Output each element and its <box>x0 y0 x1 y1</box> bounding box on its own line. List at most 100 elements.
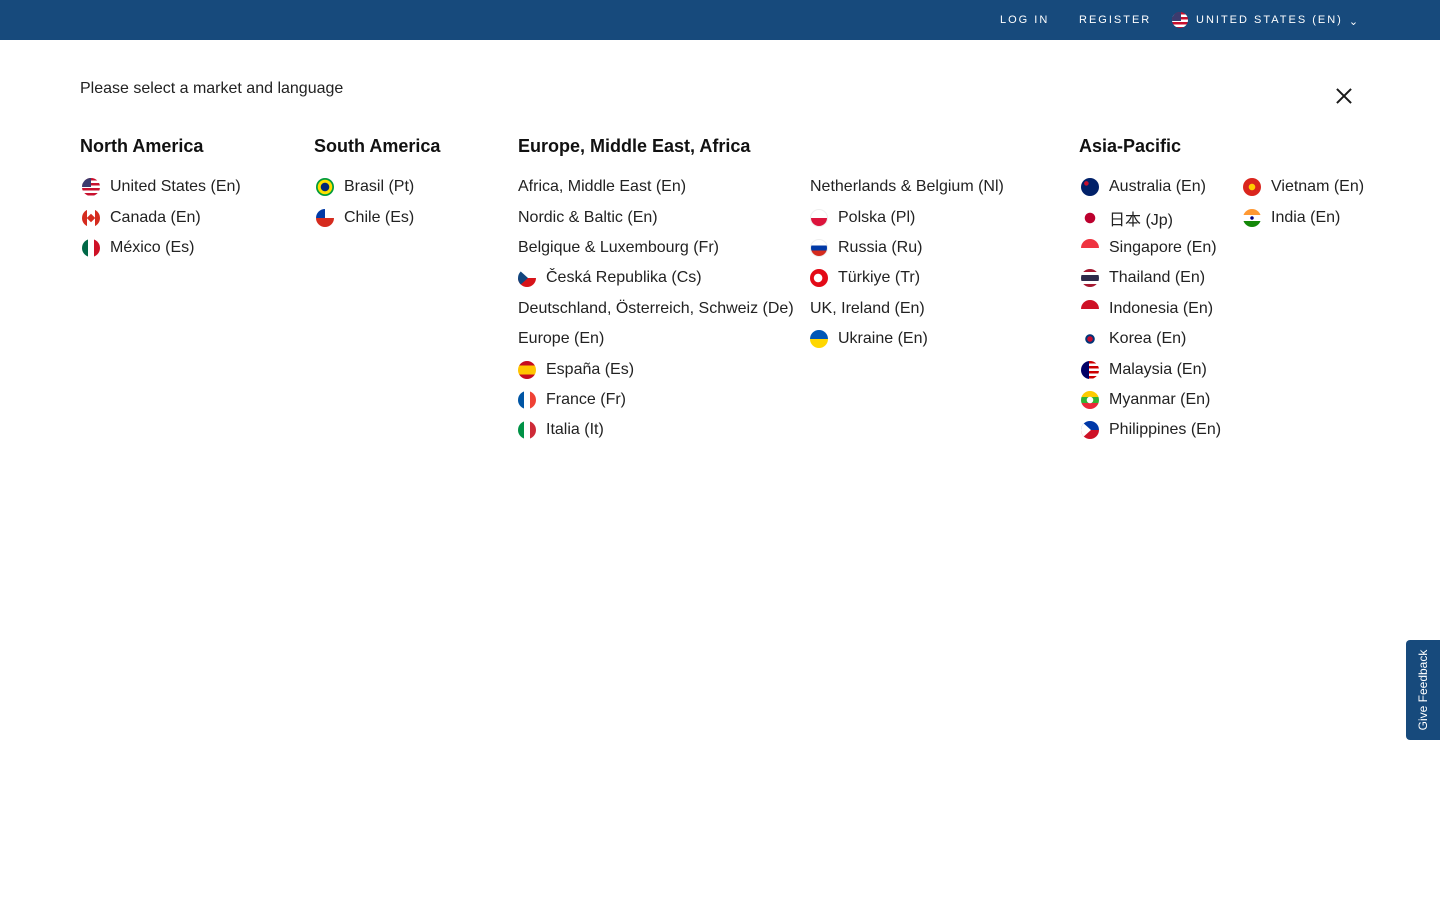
it-flag-icon <box>518 421 536 440</box>
cz-flag-icon <box>518 269 536 288</box>
ru-flag-icon <box>810 238 828 257</box>
market-option[interactable]: Myanmar (En) <box>1081 385 1221 415</box>
market-option[interactable]: Philippines (En) <box>1081 415 1221 445</box>
au-flag-icon <box>1081 178 1099 197</box>
sg-flag-icon <box>1081 238 1099 257</box>
market-option-label: Chile (Es) <box>344 208 415 226</box>
market-option-label: India (En) <box>1271 208 1341 226</box>
mx-flag-icon <box>82 238 100 257</box>
market-option-label: Belgique & Luxembourg (Fr) <box>518 238 719 256</box>
market-option[interactable]: UK, Ireland (En) <box>810 294 1004 324</box>
market-option-label: Korea (En) <box>1109 330 1187 348</box>
market-option[interactable]: Brasil (Pt) <box>316 172 414 202</box>
login-link[interactable]: LOG IN <box>1000 0 1049 40</box>
market-option-label: Australia (En) <box>1109 178 1206 196</box>
apac-list-1: Australia (En) 日本 (Jp) Singapore (En) Thail… <box>1081 172 1221 446</box>
market-option[interactable]: Singapore (En) <box>1081 233 1221 263</box>
mm-flag-icon <box>1081 390 1099 409</box>
north-america-list: United States (En) Canada (En) México (Es) <box>82 172 241 263</box>
market-option[interactable]: Europe (En) <box>518 324 794 354</box>
market-option-label: Thailand (En) <box>1109 269 1206 287</box>
market-option[interactable]: Thailand (En) <box>1081 263 1221 293</box>
market-option-label: Singapore (En) <box>1109 238 1217 256</box>
market-selector-label: UNITED STATES (EN) <box>1196 14 1343 26</box>
market-option[interactable]: Canada (En) <box>82 202 241 232</box>
region-title-north-america: North America <box>80 136 204 156</box>
market-option[interactable]: Chile (Es) <box>316 202 414 232</box>
emea-list-1: Africa, Middle East (En) Nordic & Baltic … <box>518 172 794 446</box>
market-option[interactable]: United States (En) <box>82 172 241 202</box>
chevron-down-icon: ⌄ <box>1348 15 1359 28</box>
my-flag-icon <box>1081 360 1099 379</box>
market-option[interactable]: Polska (Pl) <box>810 202 1004 232</box>
market-option-label: Philippines (En) <box>1109 421 1222 439</box>
th-flag-icon <box>1081 269 1099 288</box>
close-icon[interactable] <box>1332 84 1356 108</box>
region-title-asia-pacific: Asia-Pacific <box>1079 136 1182 156</box>
fr-flag-icon <box>518 390 536 409</box>
market-selector[interactable]: UNITED STATES (EN) ⌄ <box>1172 0 1358 40</box>
market-option[interactable]: México (Es) <box>82 233 241 263</box>
market-option-label: Nordic & Baltic (En) <box>518 208 658 226</box>
market-option[interactable]: Italia (It) <box>518 415 794 445</box>
market-option[interactable]: India (En) <box>1243 202 1364 232</box>
market-option-label: Türkiye (Tr) <box>838 269 921 287</box>
ua-flag-icon <box>810 330 828 349</box>
market-option-label: Netherlands & Belgium (Nl) <box>810 178 1004 196</box>
market-option-label: Ukraine (En) <box>838 330 928 348</box>
market-option-label: Malaysia (En) <box>1109 360 1207 378</box>
es-flag-icon <box>518 360 536 379</box>
market-option-label: Russia (Ru) <box>838 238 923 256</box>
market-option[interactable]: Korea (En) <box>1081 324 1221 354</box>
ca-flag-icon <box>82 208 100 227</box>
region-title-emea: Europe, Middle East, Africa <box>518 136 751 156</box>
market-option-label: Indonesia (En) <box>1109 299 1214 317</box>
market-option-label: Deutschland, Österreich, Schweiz (De) <box>518 299 794 317</box>
apac-list-2: Vietnam (En) India (En) <box>1243 172 1364 233</box>
market-option-label: Myanmar (En) <box>1109 390 1211 408</box>
market-option[interactable]: Belgique & Luxembourg (Fr) <box>518 233 794 263</box>
register-label: REGISTER <box>1079 14 1152 26</box>
vn-flag-icon <box>1243 178 1261 197</box>
market-option-label: France (Fr) <box>546 390 626 408</box>
market-option[interactable]: 日本 (Jp) <box>1081 202 1221 232</box>
market-option-label: Polska (Pl) <box>838 208 916 226</box>
market-option-label: 日本 (Jp) <box>1109 211 1174 229</box>
market-option[interactable]: Russia (Ru) <box>810 233 1004 263</box>
market-option-label: Canada (En) <box>110 208 201 226</box>
market-option[interactable]: France (Fr) <box>518 385 794 415</box>
us-flag-icon <box>1172 12 1188 28</box>
market-option[interactable]: España (Es) <box>518 354 794 384</box>
cl-flag-icon <box>316 208 334 227</box>
south-america-list: Brasil (Pt) Chile (Es) <box>316 172 414 233</box>
pl-flag-icon <box>810 208 828 227</box>
market-option-label: Italia (It) <box>546 421 604 439</box>
market-option-label: UK, Ireland (En) <box>810 299 925 317</box>
market-option[interactable]: Ukraine (En) <box>810 324 1004 354</box>
market-option[interactable]: Malaysia (En) <box>1081 354 1221 384</box>
in-flag-icon <box>1243 208 1261 227</box>
market-option[interactable]: Indonesia (En) <box>1081 294 1221 324</box>
give-feedback-button[interactable]: Give Feedback <box>1406 640 1440 740</box>
region-title-south-america: South America <box>314 136 441 156</box>
market-option-label: España (Es) <box>546 360 635 378</box>
market-option[interactable]: Africa, Middle East (En) <box>518 172 794 202</box>
market-prompt: Please select a market and language <box>80 80 344 97</box>
market-option-label: Africa, Middle East (En) <box>518 178 687 196</box>
register-link[interactable]: REGISTER <box>1079 0 1151 40</box>
ph-flag-icon <box>1081 421 1099 440</box>
market-option[interactable]: Australia (En) <box>1081 172 1221 202</box>
market-option-label: Vietnam (En) <box>1271 178 1365 196</box>
market-option[interactable]: Nordic & Baltic (En) <box>518 202 794 232</box>
kr-flag-icon <box>1081 330 1099 349</box>
market-option[interactable]: Türkiye (Tr) <box>810 263 1004 293</box>
market-option-label: Česká Republika (Cs) <box>546 269 702 287</box>
login-label: LOG IN <box>1000 14 1050 26</box>
market-option[interactable]: Deutschland, Österreich, Schweiz (De) <box>518 294 794 324</box>
market-option[interactable]: Vietnam (En) <box>1243 172 1364 202</box>
tr-flag-icon <box>810 269 828 288</box>
us-flag-icon <box>82 178 100 197</box>
id-flag-icon <box>1081 299 1099 318</box>
market-option[interactable]: Netherlands & Belgium (Nl) <box>810 172 1004 202</box>
market-option[interactable]: Česká Republika (Cs) <box>518 263 794 293</box>
